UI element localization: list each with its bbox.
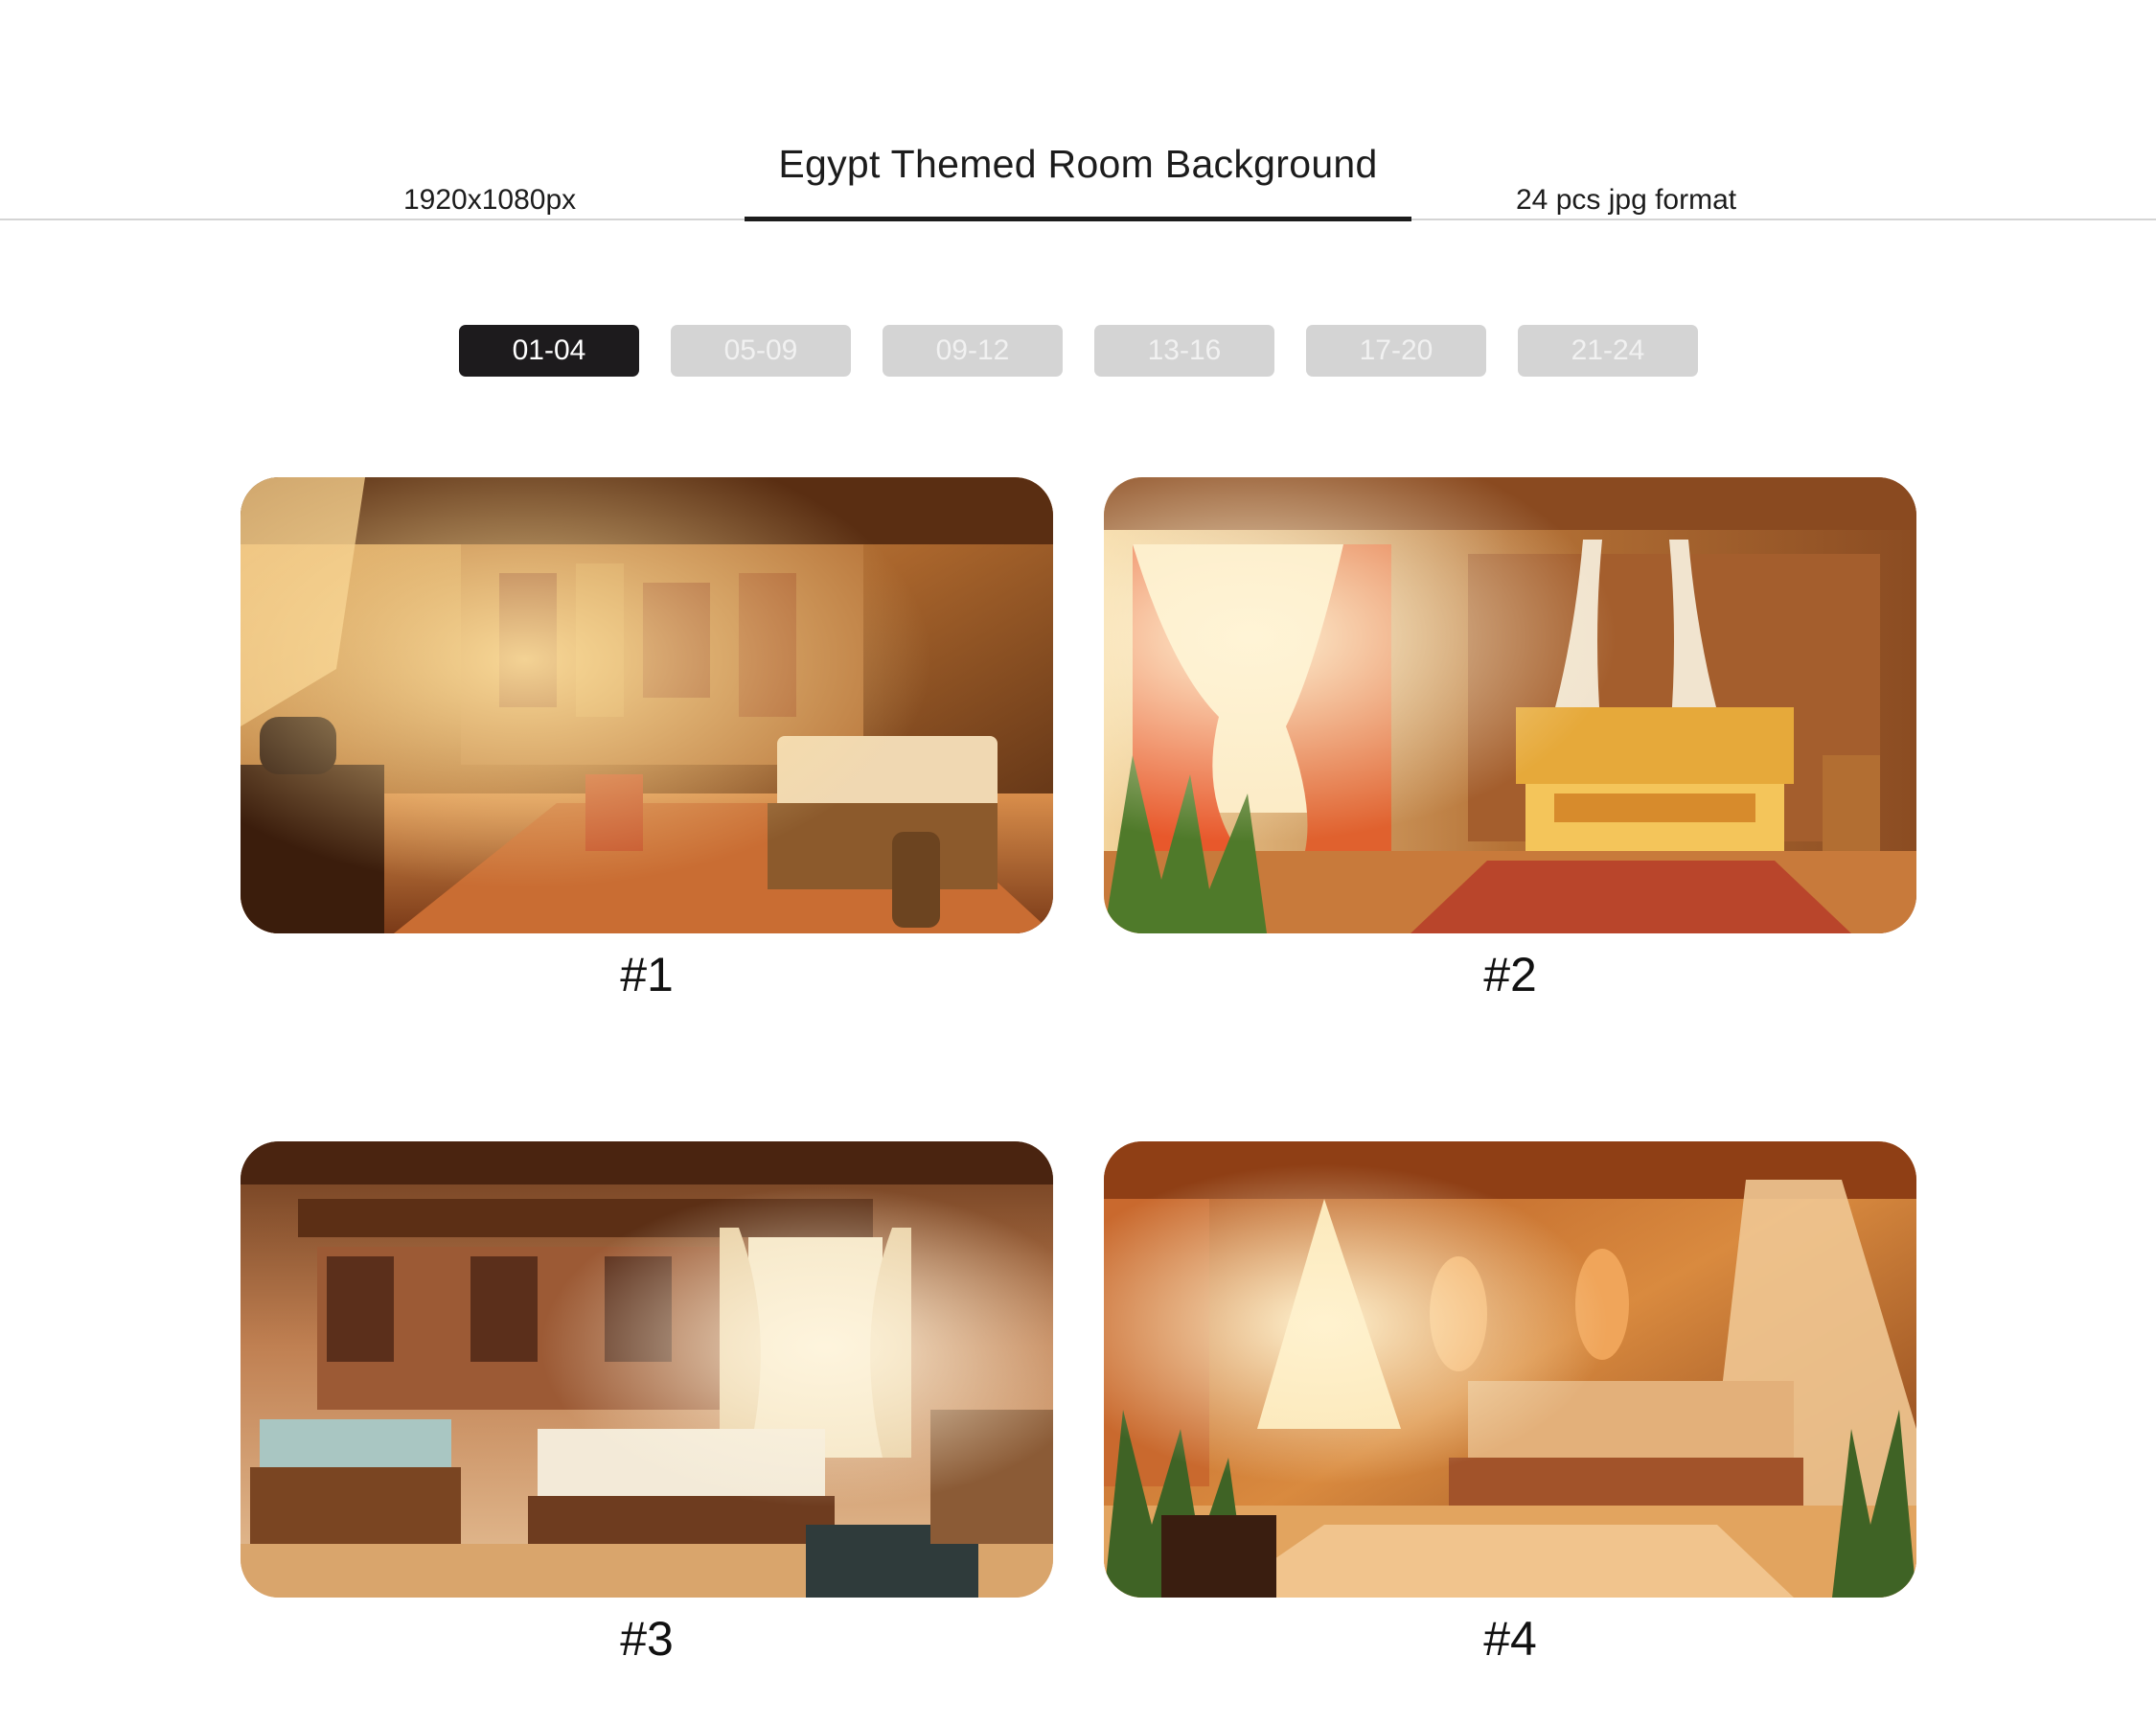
room-image-2 [1104,477,1916,933]
title-underline [745,217,1411,221]
room-image-4 [1104,1141,1916,1598]
gallery-thumbnail-1[interactable] [241,477,1053,933]
room-image-3 [241,1141,1053,1598]
gallery-label-4: #4 [1483,1612,1537,1666]
gallery-thumbnail-3[interactable] [241,1141,1053,1598]
gallery-label-2: #2 [1483,948,1537,1001]
gallery-label-1: #1 [620,948,674,1001]
room-image-1 [241,477,1053,933]
format-label: 24 pcs jpg format [1516,184,1737,216]
gallery-thumbnail-2[interactable] [1104,477,1916,933]
tab-13-16[interactable]: 13-16 [1094,325,1274,377]
tab-17-20[interactable]: 17-20 [1306,325,1486,377]
tab-05-09[interactable]: 05-09 [671,325,851,377]
header: 1920x1080px Egypt Themed Room Background… [0,0,2156,222]
page-title: Egypt Themed Room Background [778,142,1378,186]
resolution-label: 1920x1080px [403,184,577,216]
tab-21-24[interactable]: 21-24 [1518,325,1698,377]
tab-01-04[interactable]: 01-04 [459,325,639,377]
gallery-label-3: #3 [620,1612,674,1666]
gallery-thumbnail-4[interactable] [1104,1141,1916,1598]
tab-09-12[interactable]: 09-12 [883,325,1063,377]
